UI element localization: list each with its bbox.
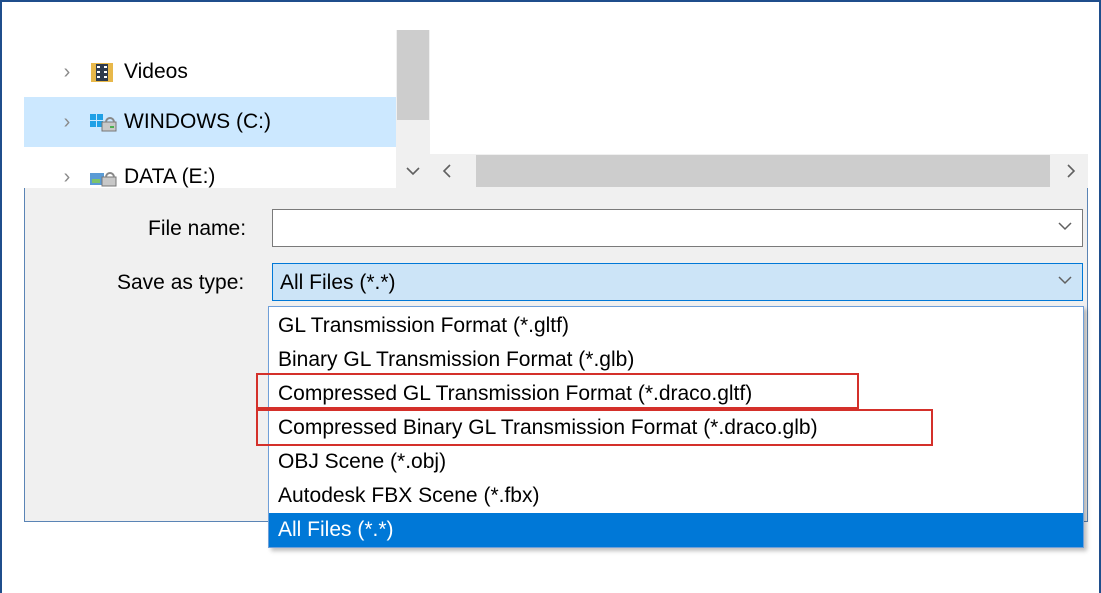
dropdown-option-obj[interactable]: OBJ Scene (*.obj)	[269, 445, 1083, 479]
file-list-pane[interactable]	[430, 30, 1088, 154]
chevron-right-icon[interactable]: ›	[58, 166, 76, 189]
windows-drive-icon	[88, 110, 118, 134]
save-as-type-value: All Files (*.*)	[280, 271, 396, 294]
drive-icon	[88, 165, 118, 189]
file-name-label: File name:	[148, 217, 247, 240]
chevron-down-icon[interactable]	[396, 154, 430, 188]
save-as-type-select[interactable]: All Files (*.*)	[272, 263, 1083, 301]
file-list-horizontal-scrollbar[interactable]	[430, 154, 1088, 188]
chevron-right-icon[interactable]: ›	[58, 111, 76, 134]
chevron-right-icon[interactable]	[1054, 154, 1088, 188]
tree-item-label: WINDOWS (C:)	[124, 110, 271, 133]
chevron-down-icon[interactable]	[1056, 218, 1074, 236]
annotation-highlight-draco-gltf	[256, 373, 859, 409]
dropdown-option-all-files[interactable]: All Files (*.*)	[269, 513, 1083, 547]
dropdown-option-fbx[interactable]: Autodesk FBX Scene (*.fbx)	[269, 479, 1083, 513]
scrollbar-thumb[interactable]	[397, 30, 429, 120]
file-name-field[interactable]	[272, 209, 1083, 247]
tree-vertical-scrollbar[interactable]	[396, 30, 430, 188]
dropdown-option-gltf[interactable]: GL Transmission Format (*.gltf)	[269, 309, 1083, 343]
tree-item-videos[interactable]: › Videos	[24, 47, 396, 97]
chevron-down-icon[interactable]	[1056, 272, 1074, 290]
tree-item-label: Videos	[124, 60, 188, 83]
tree-item-data-e[interactable]: › DATA (E:)	[24, 152, 396, 202]
tree-item-windows-c[interactable]: › WINDOWS (C:)	[24, 97, 396, 147]
scrollbar-thumb[interactable]	[476, 155, 1050, 187]
videos-folder-icon	[88, 60, 118, 84]
annotation-highlight-draco-glb	[256, 409, 933, 446]
chevron-left-icon[interactable]	[430, 154, 464, 188]
dropdown-option-glb[interactable]: Binary GL Transmission Format (*.glb)	[269, 343, 1083, 377]
save-as-type-label: Save as type:	[117, 271, 245, 294]
chevron-right-icon[interactable]: ›	[58, 61, 76, 84]
navigation-tree: › Videos › WINDOWS (C:) › DATA (E:)	[24, 30, 396, 188]
tree-item-label: DATA (E:)	[124, 165, 216, 188]
